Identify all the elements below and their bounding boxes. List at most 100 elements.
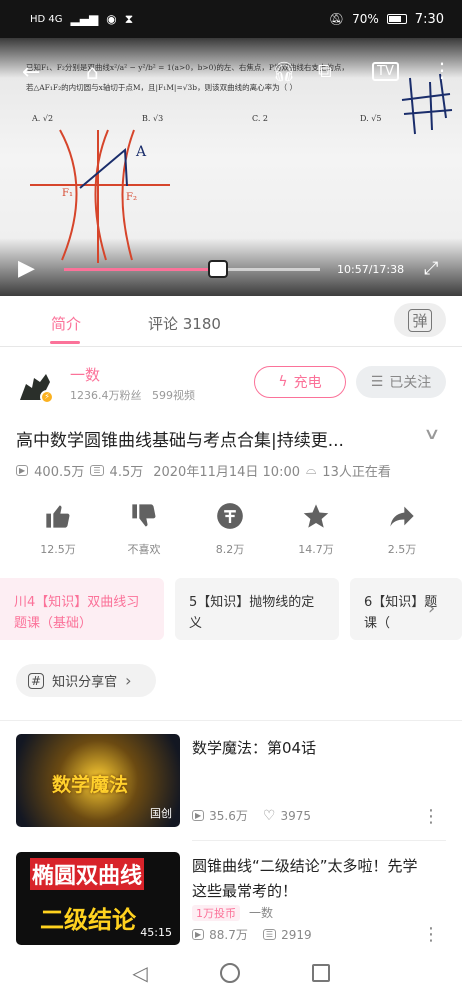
play-count-icon: ▶ xyxy=(192,810,205,821)
play-count: 400.5万 xyxy=(34,465,85,480)
author-avatar[interactable]: ⚡ xyxy=(16,366,56,406)
battery-icon xyxy=(386,14,407,24)
author-videos: 599视频 xyxy=(152,389,195,402)
thumbnail-title-line-1: 椭圆双曲线 xyxy=(30,858,145,890)
danmaku-count-icon: ☰ xyxy=(262,929,277,940)
episode-next-chevron-icon[interactable]: › xyxy=(428,598,435,619)
play-count-icon: ▶ xyxy=(192,929,205,940)
share-button[interactable]: 2.5万 xyxy=(372,502,432,557)
like-count: 12.5万 xyxy=(40,543,76,556)
share-count: 2.5万 xyxy=(387,543,417,556)
recommendation-plays: 35.6万 xyxy=(209,809,248,823)
charge-label: 充电 xyxy=(293,375,322,391)
episode-card-5[interactable]: 5【知识】抛物线的定义 xyxy=(175,578,339,640)
time-display: 10:57/17:38 xyxy=(337,263,405,276)
coin-badge: 1万投币 xyxy=(192,904,240,921)
clock: 7:30 xyxy=(414,11,444,27)
nav-home-icon[interactable] xyxy=(219,963,240,983)
coin-button[interactable]: 8.2万 xyxy=(200,502,260,557)
like-button[interactable]: 12.5万 xyxy=(28,502,88,557)
nav-recents-icon[interactable] xyxy=(311,964,330,982)
cast-icon[interactable]: ⧉ xyxy=(318,60,332,82)
recommendation-meta: ▶ 88.7万 ☰ 2919 xyxy=(192,926,312,943)
verified-badge-icon: ⚡ xyxy=(40,390,54,404)
progress-thumb-icon[interactable] xyxy=(207,260,228,278)
tag-chip[interactable]: # 知识分享官 › xyxy=(16,664,156,697)
menu-lines-icon: ☰ xyxy=(370,374,384,390)
system-nav-bar: ◁ xyxy=(0,946,462,1000)
sketch-label-f2: F₂ xyxy=(126,192,137,203)
episode-card-4[interactable]: 川4【知识】双曲线习题课（基础） xyxy=(0,578,164,640)
watching-count: 13人正在看 xyxy=(322,465,391,480)
favorite-button[interactable]: 14.7万 xyxy=(286,502,346,557)
author-name[interactable]: 一数 xyxy=(70,364,100,385)
author-fans: 1236.4万粉丝 xyxy=(70,389,142,402)
like-icon xyxy=(46,505,70,528)
danmaku-toggle-button[interactable]: 弹 xyxy=(394,303,446,337)
sketch-label-f1: F₁ xyxy=(62,188,73,199)
expand-chevron-icon[interactable]: ∨ xyxy=(423,424,441,443)
thumbnail-title-line-2: 二级结论 xyxy=(40,906,136,934)
headphones-icon[interactable]: 🎧︎ xyxy=(272,60,296,83)
danmaku-count-icon: ☰ xyxy=(90,465,104,476)
chevron-right-icon: › xyxy=(125,671,132,690)
charge-button[interactable]: ϟ 充电 xyxy=(254,366,346,398)
thumbnail-duration: 45:15 xyxy=(140,926,172,939)
video-player[interactable]: 已知F₁、F₂分别是双曲线x²/a² − y²/b² = 1(a>0，b>0)的… xyxy=(0,38,462,296)
dislike-label: 不喜欢 xyxy=(127,543,161,556)
play-icon[interactable]: ▶ xyxy=(18,256,35,281)
danmaku-off-icon: 弹 xyxy=(408,308,432,332)
fullscreen-icon[interactable]: ⤢ xyxy=(424,258,438,279)
list-divider xyxy=(192,840,446,841)
more-vertical-icon[interactable]: ⋮ xyxy=(432,58,452,82)
status-network: HD 4G xyxy=(30,13,63,25)
dislike-icon xyxy=(132,504,156,527)
recommendation-thumbnail[interactable]: 数学魔法 国创 xyxy=(16,734,180,827)
tag-label: 知识分享官 xyxy=(52,675,118,690)
share-icon xyxy=(390,506,414,527)
publish-date: 2020年11月14日 10:00 xyxy=(153,465,300,480)
danmaku-count: 4.5万 xyxy=(109,465,144,480)
recommendation-title: 圆锥曲线“二级结论”太多啦！先学这些最常考的！ xyxy=(192,857,418,900)
signal-icon: ▂▄▆ xyxy=(70,12,99,26)
tab-comments[interactable]: 评论 3180 xyxy=(148,313,221,334)
recommendation-up: 一数 xyxy=(249,906,274,920)
tab-intro[interactable]: 简介 xyxy=(51,313,81,334)
video-title[interactable]: 高中数学圆锥曲线基础与考点合集|持续更... xyxy=(16,426,406,451)
more-options-icon[interactable]: ⋮ xyxy=(422,924,440,945)
dislike-button[interactable]: 不喜欢 xyxy=(114,502,174,557)
recommendation-item[interactable]: 数学魔法 国创 数学魔法：第04话 ▶ 35.6万 ♡ 3975 ⋮ xyxy=(0,734,462,832)
sketch-label-a: A xyxy=(136,144,147,160)
more-options-icon[interactable]: ⋮ xyxy=(422,806,440,827)
home-icon[interactable]: ⌂ xyxy=(86,60,99,84)
episode-card-6[interactable]: 6【知识】题课（ xyxy=(350,578,462,640)
recommendation-thumbnail[interactable]: 椭圆双曲线 二级结论 45:15 xyxy=(16,852,180,945)
progress-fill xyxy=(64,268,218,271)
recommendation-title: 数学魔法：第04话 xyxy=(192,739,317,757)
favorite-count: 14.7万 xyxy=(298,543,334,556)
nav-back-icon[interactable]: ◁ xyxy=(132,961,147,985)
recommendation-item[interactable]: 椭圆双曲线 二级结论 45:15 圆锥曲线“二级结论”太多啦！先学这些最常考的！… xyxy=(0,852,462,946)
hashtag-icon: # xyxy=(28,672,45,689)
recommendation-likes: 3975 xyxy=(280,808,311,823)
tv-icon[interactable]: TV xyxy=(372,62,399,81)
watching-icon: ⌓ xyxy=(306,463,317,478)
mute-icon: 🔕︎ xyxy=(328,12,345,26)
thumbnail-title: 数学魔法 xyxy=(52,774,129,796)
recommendation-plays: 88.7万 xyxy=(209,928,248,942)
coin-count: 8.2万 xyxy=(215,543,245,556)
section-divider xyxy=(0,720,462,721)
tab-underline xyxy=(50,341,80,344)
followed-button[interactable]: ☰ 已关注 xyxy=(356,366,446,398)
followed-label: 已关注 xyxy=(389,375,432,391)
status-bar: HD 4G ▂▄▆ ◉ ⧗ 🔕︎ 70% 7:30 xyxy=(0,0,462,38)
author-stats: 1236.4万粉丝 599视频 xyxy=(70,387,195,403)
back-arrow-icon[interactable]: ← xyxy=(22,60,40,85)
eye-icon: ◉ xyxy=(106,12,117,26)
recommendation-meta: ▶ 35.6万 ♡ 3975 xyxy=(192,807,311,824)
recommendation-up-row: 1万投币 一数 xyxy=(192,904,273,921)
video-stats: ▶ 400.5万 ☰ 4.5万 2020年11月14日 10:00 ⌓ 13人正… xyxy=(16,461,391,480)
lightning-icon: ϟ xyxy=(278,374,288,390)
recommendation-danmaku: 2919 xyxy=(281,927,312,942)
coin-icon xyxy=(217,503,243,529)
